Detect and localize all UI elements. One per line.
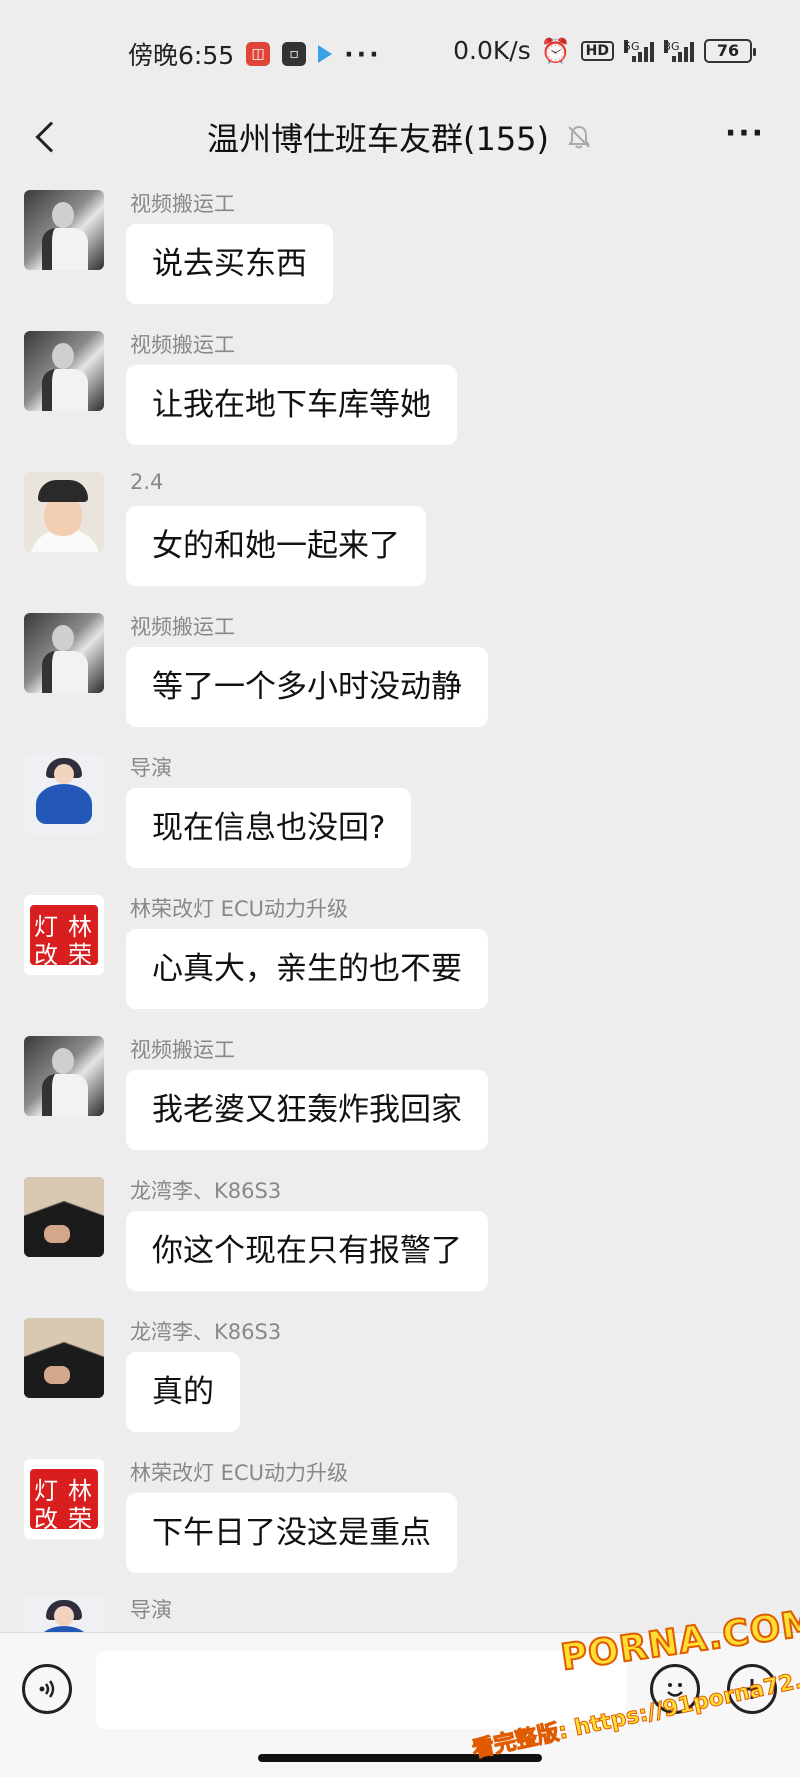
- alarm-clock-icon: ⏰: [540, 36, 571, 65]
- sender-name: 2.4: [130, 470, 164, 494]
- battery-icon: 76: [704, 38, 756, 63]
- signal-5g-icon: 5G: [624, 39, 654, 62]
- message-bubble[interactable]: 我老婆又狂轰炸我回家: [126, 1070, 488, 1150]
- avatar[interactable]: 灯 林 改 荣: [24, 1459, 104, 1539]
- message-input[interactable]: [96, 1651, 626, 1729]
- message-item: 龙湾李、K86S3 真的: [0, 1302, 800, 1443]
- message-bubble[interactable]: 真的: [126, 1352, 240, 1432]
- message-bubble[interactable]: 说去买东西: [126, 224, 333, 304]
- back-arrow-icon: [35, 121, 67, 153]
- chat-header: 温州博仕班车友群(155) ···: [0, 100, 800, 174]
- sender-name: 林荣改灯 ECU动力升级: [130, 1461, 348, 1485]
- emoji-icon: [667, 1683, 683, 1697]
- plus-icon: [742, 1679, 762, 1699]
- avatar[interactable]: [24, 754, 104, 834]
- avatar[interactable]: [24, 190, 104, 270]
- sender-name: 视频搬运工: [130, 333, 235, 357]
- back-button[interactable]: [26, 114, 67, 160]
- status-time: 傍晚6:55: [128, 41, 235, 70]
- message-bubble[interactable]: 让我在地下车库等她: [126, 365, 457, 445]
- message-item: 导演 现在信息也没回?: [0, 738, 800, 879]
- sender-name: 视频搬运工: [130, 615, 235, 639]
- notification-app-icon: ◫: [246, 42, 271, 66]
- message-bubble[interactable]: 你这个现在只有报警了: [126, 1211, 488, 1291]
- sender-name: 导演: [130, 756, 172, 780]
- message-bubble[interactable]: 心真大，亲生的也不要: [126, 929, 488, 1009]
- message-list[interactable]: 视频搬运工 说去买东西 视频搬运工 让我在地下车库等她 2.4 女的和她一起来了…: [0, 174, 800, 1632]
- message-bubble[interactable]: 等了一个多小时没动静: [126, 647, 488, 727]
- signal-3g-label: 3G: [664, 39, 680, 53]
- message-bubble[interactable]: 女的和她一起来了: [126, 506, 426, 586]
- sender-name: 林荣改灯 ECU动力升级: [130, 897, 348, 921]
- signal-5g-label: 5G: [624, 39, 640, 53]
- voice-input-button[interactable]: [22, 1664, 72, 1714]
- avatar[interactable]: [24, 1318, 104, 1398]
- message-item: 灯 林 改 荣 林荣改灯 ECU动力升级 心真大，亲生的也不要: [0, 879, 800, 1020]
- stamp-char: 改: [34, 941, 58, 969]
- message-bubble[interactable]: 下午日了没这是重点: [126, 1493, 457, 1573]
- avatar[interactable]: [24, 1036, 104, 1116]
- sender-name: 龙湾李、K86S3: [130, 1179, 282, 1203]
- stamp-char: 荣: [68, 941, 92, 969]
- message-bubble[interactable]: 现在信息也没回?: [126, 788, 412, 868]
- avatar[interactable]: [24, 472, 104, 552]
- mute-bell-icon: [568, 125, 590, 149]
- message-item: 视频搬运工 我老婆又狂轰炸我回家: [0, 1020, 800, 1161]
- message-item: 灯 林 改 荣 林荣改灯 ECU动力升级 下午日了没这是重点: [0, 1443, 800, 1584]
- chat-title: 温州博仕班车友群(155): [206, 120, 550, 158]
- avatar[interactable]: [24, 331, 104, 411]
- status-right: 0.0K/s ⏰ HD 5G 3G 76: [453, 36, 756, 65]
- status-left: 傍晚6:55 ◫ ▫ ···: [128, 36, 382, 72]
- more-notifications-icon: ···: [344, 39, 382, 69]
- message-item: 2.4 女的和她一起来了: [0, 456, 800, 597]
- stamp-char: 改: [34, 1505, 58, 1533]
- more-actions-button[interactable]: [727, 1664, 777, 1714]
- avatar[interactable]: 灯 林 改 荣: [24, 895, 104, 975]
- network-speed: 0.0K/s: [453, 36, 531, 65]
- hd-badge: HD: [580, 40, 614, 61]
- more-options-button[interactable]: ···: [722, 118, 768, 158]
- play-store-icon: [318, 45, 333, 63]
- message-item: 视频搬运工 让我在地下车库等她: [0, 315, 800, 456]
- message-item: 龙湾李、K86S3 你这个现在只有报警了: [0, 1161, 800, 1302]
- title-wrap: 温州博仕班车友群(155): [207, 114, 593, 160]
- notification-square-icon: ▫: [282, 42, 307, 66]
- message-item-partial: 导演: [0, 1584, 800, 1632]
- status-bar: 傍晚6:55 ◫ ▫ ··· 0.0K/s ⏰ HD 5G 3G 76: [0, 0, 800, 100]
- emoji-button[interactable]: [650, 1664, 700, 1714]
- avatar[interactable]: [24, 1596, 104, 1632]
- sender-name: 视频搬运工: [130, 1038, 235, 1062]
- voice-icon: [39, 1680, 55, 1698]
- message-item: 视频搬运工 说去买东西: [0, 174, 800, 315]
- message-item: 视频搬运工 等了一个多小时没动静: [0, 597, 800, 738]
- home-indicator[interactable]: [258, 1754, 542, 1762]
- battery-level: 76: [716, 41, 740, 60]
- avatar[interactable]: [24, 613, 104, 693]
- avatar[interactable]: [24, 1177, 104, 1257]
- sender-name: 龙湾李、K86S3: [130, 1320, 282, 1344]
- sender-name: 导演: [130, 1598, 172, 1622]
- sender-name: 视频搬运工: [130, 192, 235, 216]
- stamp-char: 荣: [68, 1505, 92, 1533]
- signal-3g-icon: 3G: [664, 39, 694, 62]
